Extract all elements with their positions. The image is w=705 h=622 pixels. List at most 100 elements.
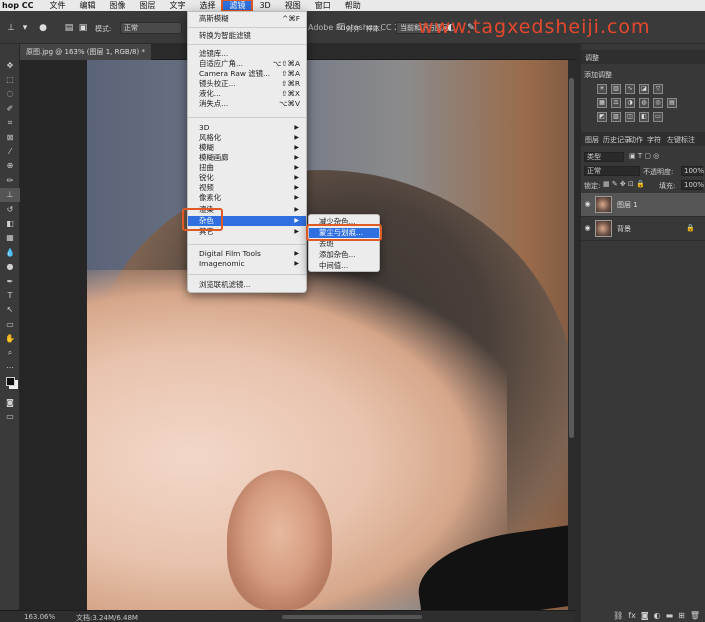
menu-window[interactable]: 窗口 bbox=[308, 0, 338, 11]
eraser-tool-icon[interactable]: ◧ bbox=[0, 216, 20, 230]
clone-source-icon[interactable]: ▣ bbox=[78, 23, 88, 33]
tab-adjustments[interactable]: 调整 bbox=[585, 53, 599, 63]
checkbox-icon[interactable]: ☑ bbox=[336, 23, 346, 33]
menu-item-3d[interactable]: 3D ▶ bbox=[188, 123, 306, 133]
screen-mode-icon[interactable]: ▭ bbox=[0, 409, 20, 423]
menu-layer[interactable]: 图层 bbox=[132, 0, 162, 11]
eye-icon[interactable]: ◉ bbox=[583, 224, 592, 233]
black-white-icon[interactable]: ◑ bbox=[625, 98, 635, 108]
channel-mixer-icon[interactable]: ◎ bbox=[653, 98, 663, 108]
menu-item-adaptive-wide-angle[interactable]: 自适应广角... ⌥⇧⌘A bbox=[188, 59, 306, 69]
doc-size-readout[interactable]: 文档:3.24M/6.48M bbox=[76, 613, 138, 622]
menu-item-liquify[interactable]: 液化... ⇧⌘X bbox=[188, 89, 306, 99]
menu-item-pixelate[interactable]: 像素化 ▶ bbox=[188, 193, 306, 203]
menu-item-digital-film-tools[interactable]: Digital Film Tools ▶ bbox=[188, 249, 306, 259]
menu-item-distort[interactable]: 扭曲 ▶ bbox=[188, 163, 306, 173]
menu-item-add-noise[interactable]: 添加杂色... bbox=[309, 250, 379, 260]
color-lookup-icon[interactable]: ▤ bbox=[667, 98, 677, 108]
menu-item-lens-correction[interactable]: 镜头校正... ⇧⌘R bbox=[188, 79, 306, 89]
folder-icon[interactable]: ▬ bbox=[666, 611, 674, 620]
vibrance-icon[interactable]: ▽ bbox=[653, 84, 663, 94]
photo-canvas[interactable] bbox=[87, 60, 575, 610]
menu-item-median[interactable]: 中间值... bbox=[309, 261, 379, 271]
gradient-tool-icon[interactable]: ▦ bbox=[0, 231, 20, 245]
levels-icon[interactable]: ▥ bbox=[611, 84, 621, 94]
tab-history[interactable]: 历史记录 bbox=[603, 135, 631, 145]
invert-icon[interactable]: ◩ bbox=[597, 112, 607, 122]
tab-actions[interactable]: 动作 bbox=[629, 135, 643, 145]
selective-color-icon[interactable]: ◧ bbox=[639, 112, 649, 122]
vertical-scrollbar[interactable] bbox=[568, 60, 575, 610]
gradient-map-icon[interactable]: ▭ bbox=[653, 112, 663, 122]
zoom-readout[interactable]: 163.06% bbox=[24, 613, 55, 621]
threshold-icon[interactable]: ◫ bbox=[625, 112, 635, 122]
frame-tool-icon[interactable]: ⊠ bbox=[0, 130, 20, 144]
healing-tool-icon[interactable]: ⊕ bbox=[0, 159, 20, 173]
menu-item-vanishing-point[interactable]: 消失点... ⌥⌘V bbox=[188, 99, 306, 109]
quick-mask-icon[interactable]: ◙ bbox=[0, 395, 20, 409]
brush-preset-icon[interactable]: ● bbox=[38, 23, 48, 33]
adjustment-layer-icon[interactable]: ◐ bbox=[654, 611, 661, 620]
exposure-icon[interactable]: ◪ bbox=[639, 84, 649, 94]
lock-icons[interactable]: ▦ ✎ ✥ ⊡ 🔒 bbox=[603, 180, 645, 188]
curves-icon[interactable]: ∿ bbox=[625, 84, 635, 94]
menu-3d[interactable]: 3D bbox=[252, 0, 277, 11]
brush-settings-icon[interactable]: ▤ bbox=[64, 23, 74, 33]
pen-tool-icon[interactable]: ✒ bbox=[0, 274, 20, 288]
menu-item-camera-raw[interactable]: Camera Raw 滤镜... ⇧⌘A bbox=[188, 69, 306, 79]
posterize-icon[interactable]: ▧ bbox=[611, 112, 621, 122]
layer-row[interactable]: ◉ 图层 1 bbox=[581, 193, 705, 217]
tab-notes[interactable]: 左键标注 bbox=[667, 135, 695, 145]
menu-item-sharpen[interactable]: 锐化 ▶ bbox=[188, 173, 306, 183]
clone-stamp-tool-icon[interactable]: ⊥ bbox=[0, 187, 20, 202]
app-name[interactable]: hop CC bbox=[0, 0, 42, 11]
eyedropper-tool-icon[interactable]: ⁄ bbox=[0, 144, 20, 158]
menu-file[interactable]: 文件 bbox=[42, 0, 72, 11]
eye-icon[interactable]: ◉ bbox=[583, 200, 592, 209]
more-tools-icon[interactable]: ⋯ bbox=[0, 360, 20, 374]
blur-tool-icon[interactable]: 💧 bbox=[0, 245, 20, 259]
menu-item-imagenomic[interactable]: Imagenomic ▶ bbox=[188, 259, 306, 269]
hue-saturation-icon[interactable]: ▦ bbox=[597, 98, 607, 108]
trash-icon[interactable]: 🗑 bbox=[690, 611, 700, 620]
layer-row[interactable]: ◉ 背景 🔒 bbox=[581, 217, 705, 241]
document-tab[interactable]: 原图.jpg @ 163% (图层 1, RGB/8) * bbox=[20, 44, 151, 60]
path-select-tool-icon[interactable]: ↖ bbox=[0, 303, 20, 317]
menu-item-stylize[interactable]: 风格化 ▶ bbox=[188, 133, 306, 143]
link-icon[interactable]: ⛓ bbox=[613, 611, 623, 620]
hand-tool-icon[interactable]: ✋ bbox=[0, 331, 20, 345]
menu-item-filter-gallery[interactable]: 滤镜库... bbox=[188, 49, 306, 59]
menu-item-blur[interactable]: 模糊 ▶ bbox=[188, 143, 306, 153]
mask-icon[interactable]: ◙ bbox=[641, 611, 649, 620]
move-tool-icon[interactable]: ✥ bbox=[0, 58, 20, 72]
brush-tool-icon[interactable]: ✏ bbox=[0, 173, 20, 187]
horizontal-scrollbar[interactable] bbox=[282, 615, 422, 619]
tab-character[interactable]: 字符 bbox=[647, 135, 661, 145]
lasso-tool-icon[interactable]: ◌ bbox=[0, 87, 20, 101]
photo-filter-icon[interactable]: ◍ bbox=[639, 98, 649, 108]
opacity-input[interactable]: 100% bbox=[681, 166, 704, 176]
color-balance-icon[interactable]: ⚖ bbox=[611, 98, 621, 108]
menu-item-blur-gallery[interactable]: 模糊画廊 ▶ bbox=[188, 153, 306, 163]
clone-stamp-icon[interactable]: ⊥ bbox=[6, 23, 16, 33]
quick-select-tool-icon[interactable]: ✐ bbox=[0, 101, 20, 115]
zoom-tool-icon[interactable]: ⌕ bbox=[0, 346, 20, 360]
fx-icon[interactable]: fx bbox=[628, 611, 636, 620]
layer-kind-select[interactable]: 类型 bbox=[584, 152, 624, 162]
tab-layers[interactable]: 图层 bbox=[585, 135, 599, 145]
fill-input[interactable]: 100% bbox=[681, 180, 704, 190]
menu-edit[interactable]: 编辑 bbox=[72, 0, 102, 11]
menu-item-smart-filter[interactable]: 转换为智能滤镜 bbox=[188, 31, 306, 41]
menu-type[interactable]: 文字 bbox=[162, 0, 192, 11]
menu-view[interactable]: 视图 bbox=[278, 0, 308, 11]
crop-tool-icon[interactable]: ⌗ bbox=[0, 116, 20, 130]
blend-mode-select[interactable]: 正常 bbox=[584, 166, 640, 176]
menu-image[interactable]: 图像 bbox=[102, 0, 132, 11]
menu-item-gaussian-blur[interactable]: 高斯模糊 ^⌘F bbox=[188, 14, 306, 24]
marquee-tool-icon[interactable]: ⬚ bbox=[0, 72, 20, 86]
new-layer-icon[interactable]: ⊞ bbox=[678, 611, 685, 620]
mode-select[interactable]: 正常 bbox=[120, 22, 182, 34]
chevron-down-icon[interactable]: ▾ bbox=[20, 23, 30, 33]
color-swatches-icon[interactable] bbox=[0, 375, 20, 389]
menu-item-browse-online[interactable]: 浏览联机滤镜... bbox=[188, 280, 306, 290]
